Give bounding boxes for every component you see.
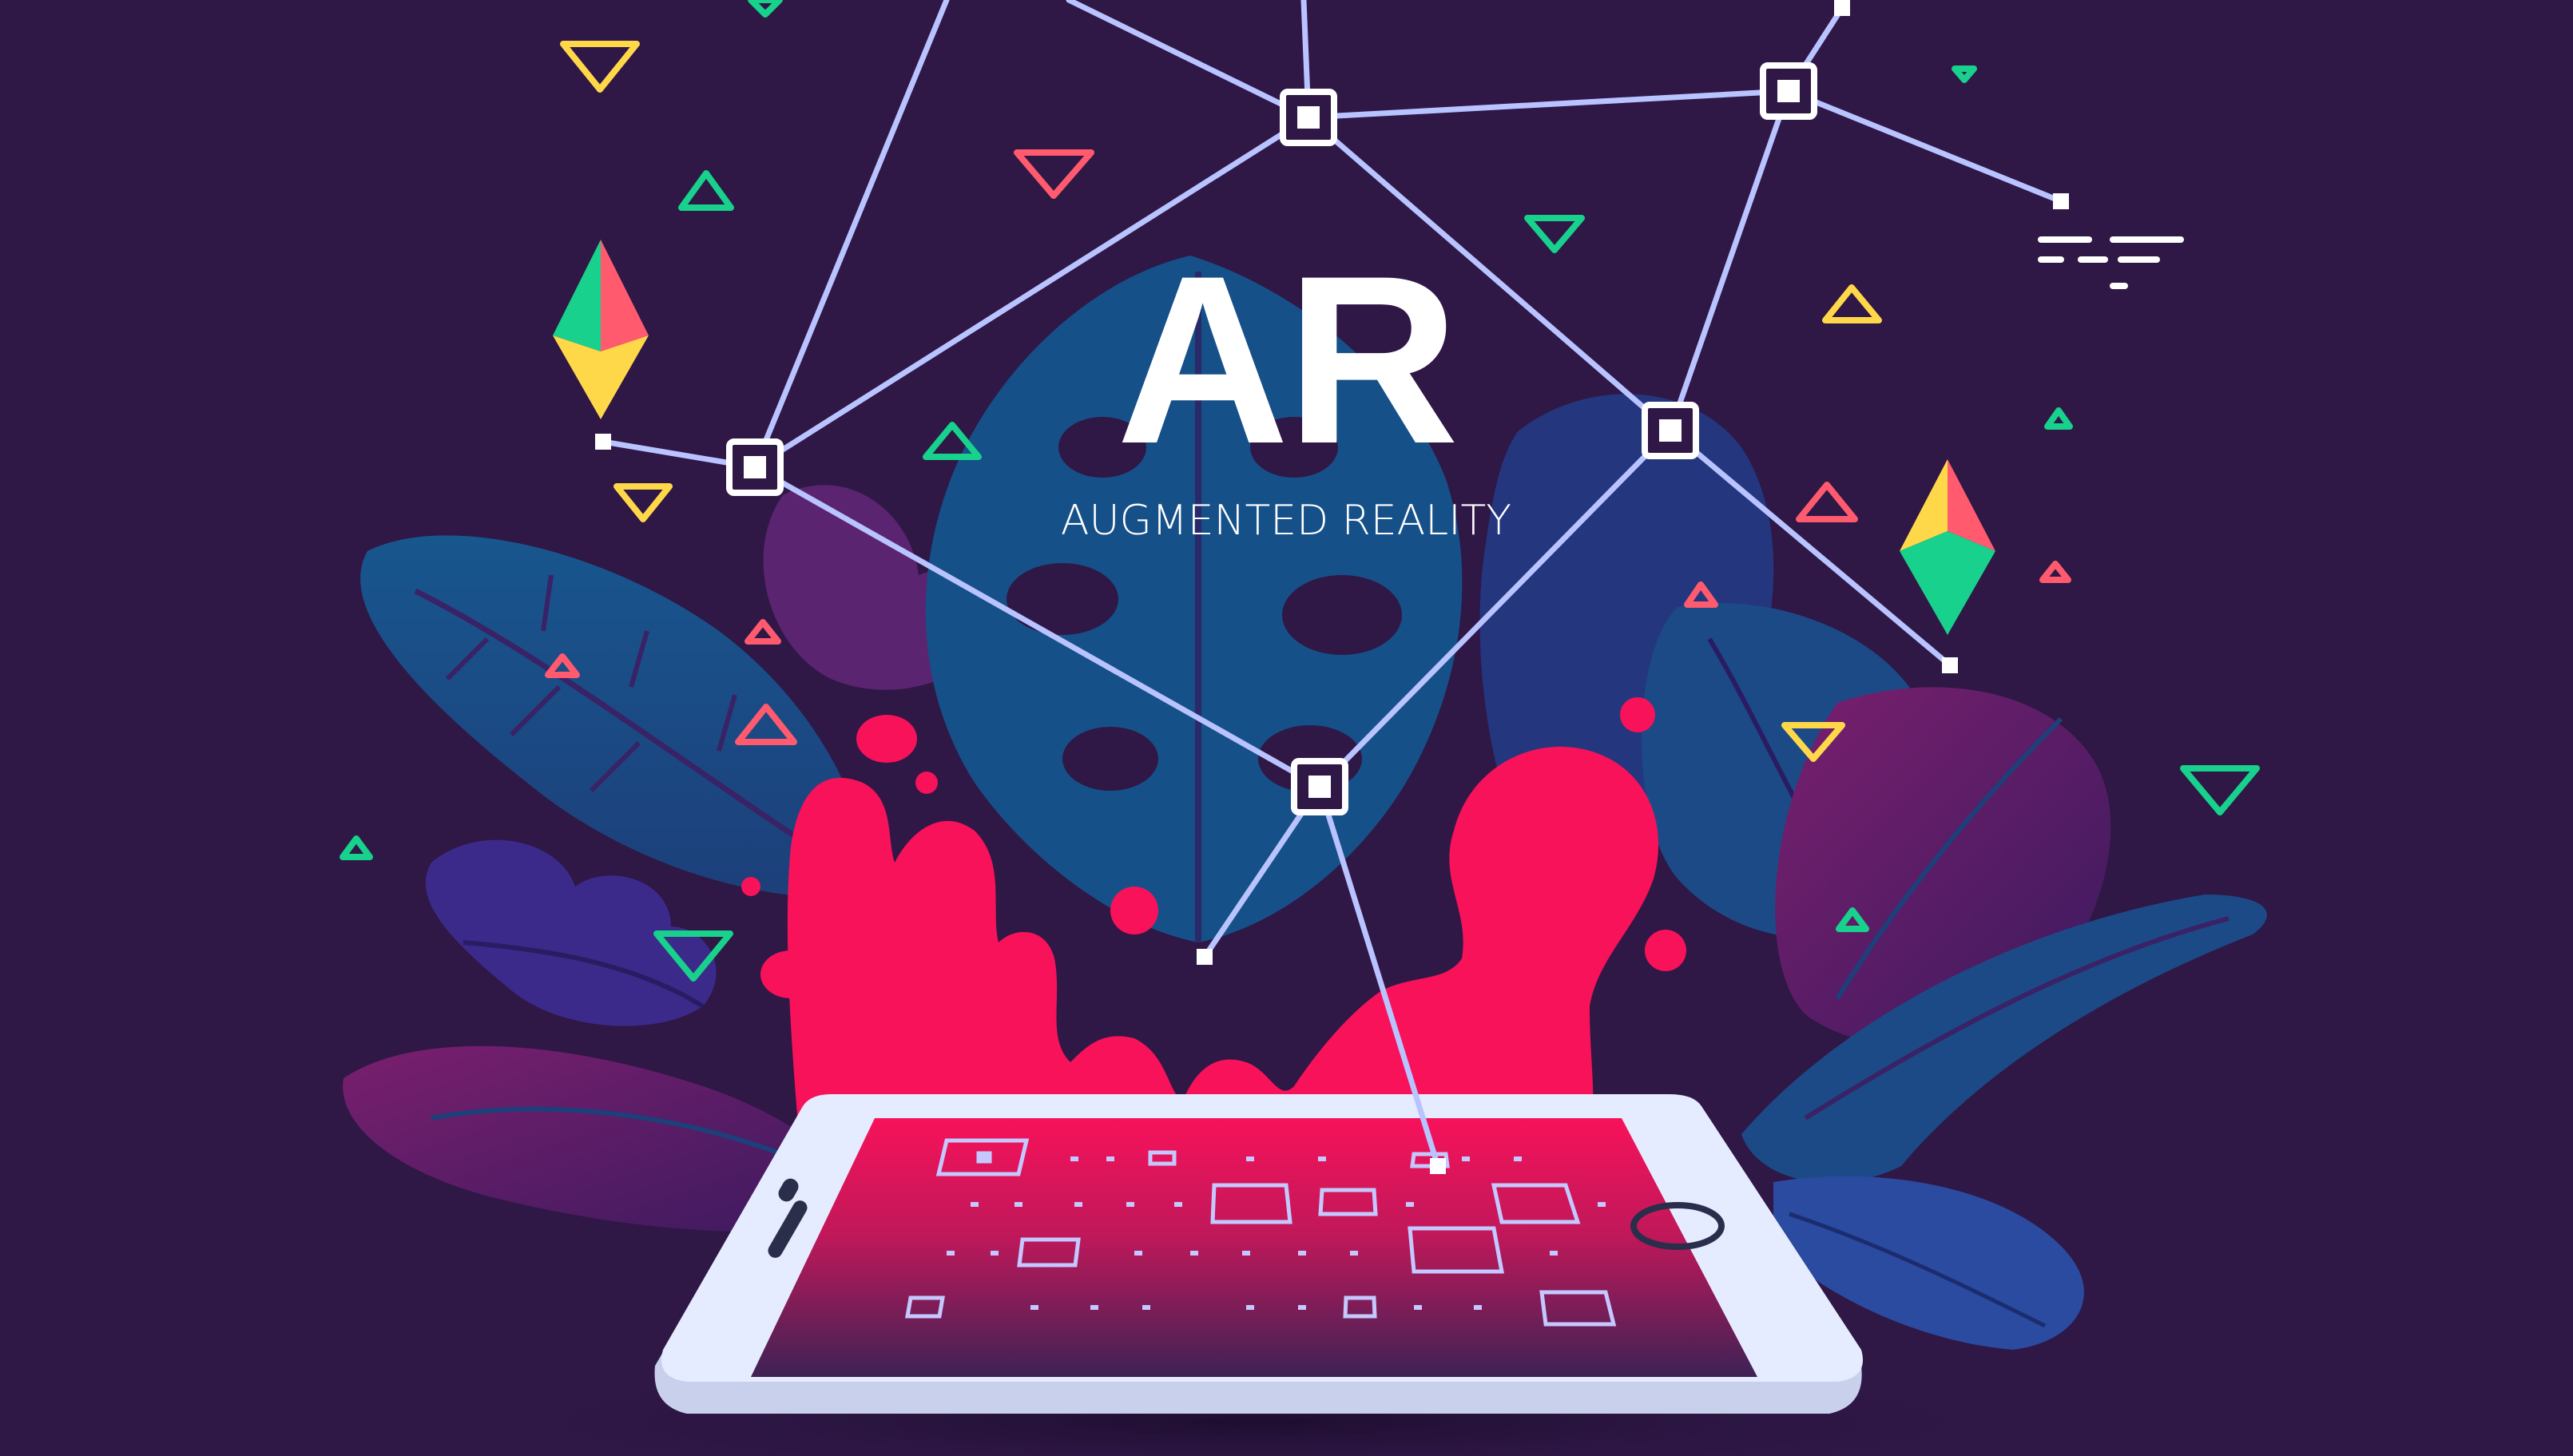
title-block: AR AUGMENTED REALITY [887, 240, 1686, 546]
ar-illustration: AR AUGMENTED REALITY [0, 0, 2573, 1456]
dash-lines-decor [2038, 236, 2184, 289]
gem-icon [553, 240, 649, 419]
illustration-canvas [339, 0, 2267, 1456]
page-subtitle: AUGMENTED REALITY [1060, 497, 1512, 545]
page-title: AR [1116, 225, 1459, 494]
phone-illustration [654, 1094, 1863, 1414]
gem-icon [1900, 459, 1995, 635]
